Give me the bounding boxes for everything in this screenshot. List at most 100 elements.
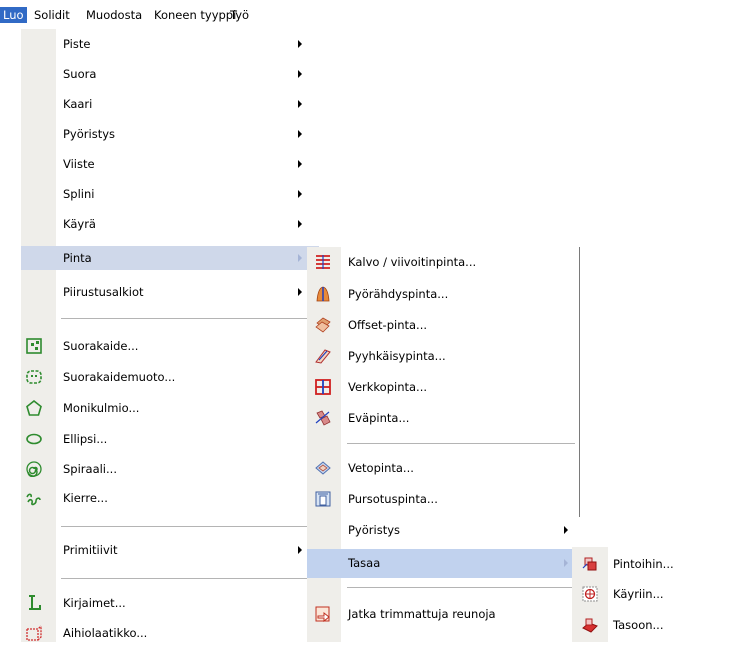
menu-item-suorakaidemuoto[interactable]: Suorakaidemuoto... — [21, 365, 319, 389]
menu-item-pyoristys[interactable]: Pyöristys — [21, 122, 319, 146]
fence-surface-icon — [315, 410, 331, 426]
letter-l-icon — [26, 593, 44, 613]
submenu-arrow-icon — [564, 559, 568, 567]
menu-item-label: Suorakaidemuoto... — [63, 370, 176, 384]
pinta-submenu: Kalvo / viivoitinpinta... Pyörähdyspinta… — [307, 247, 580, 642]
menu-item-ellipsi[interactable]: Ellipsi... — [21, 427, 319, 451]
menu-item-label: Spiraali... — [63, 462, 117, 476]
menu-item-label: Pinta — [63, 251, 92, 265]
menu-item-kayriin[interactable]: Käyriin... — [572, 582, 739, 606]
menu-separator — [347, 587, 573, 588]
menu-item-label: Suora — [63, 67, 97, 81]
menu-item-evapinta[interactable]: Eväpinta... — [307, 406, 579, 430]
menu-item-label: Käyrä — [63, 217, 96, 231]
menu-item-pintoihin[interactable]: Pintoihin... — [572, 552, 739, 576]
ellipse-icon — [26, 431, 42, 447]
ruled-surface-icon — [315, 254, 331, 270]
menu-item-offset-pinta[interactable]: Offset-pinta... — [307, 313, 579, 337]
draft-surface-icon — [315, 460, 331, 476]
menu-item-label: Viiste — [63, 157, 95, 171]
menu-item-suora[interactable]: Suora — [21, 62, 319, 86]
menu-item-piirustusalkiot[interactable]: Piirustusalkiot — [21, 280, 319, 304]
menu-item-kalvo-viivoitinpinta[interactable]: Kalvo / viivoitinpinta... — [307, 250, 579, 274]
menu-item-label: Piirustusalkiot — [63, 285, 144, 299]
menu-item-primitiivit[interactable]: Primitiivit — [21, 538, 319, 562]
submenu-arrow-icon — [298, 254, 302, 262]
menu-item-aihiolaatikko[interactable]: Aihiolaatikko... — [21, 621, 319, 645]
menu-item-pursotuspinta[interactable]: Pursotuspinta... — [307, 487, 579, 511]
menu-item-pinta[interactable]: Pinta — [21, 246, 319, 270]
menu-separator — [61, 526, 315, 527]
menu-item-label: Kalvo / viivoitinpinta... — [348, 255, 477, 269]
menu-item-kirjaimet[interactable]: Kirjaimet... — [21, 591, 319, 615]
menu-separator — [61, 318, 315, 319]
menu-item-label: Primitiivit — [63, 543, 118, 557]
to-surfaces-icon — [582, 556, 598, 572]
menu-item-label: Pursotuspinta... — [348, 492, 438, 506]
menu-solidit[interactable]: Solidit — [34, 7, 70, 23]
menu-item-label: Pyöristys — [63, 127, 115, 141]
menu-item-kaari[interactable]: Kaari — [21, 92, 319, 116]
submenu-border — [579, 247, 580, 517]
menu-muodosta[interactable]: Muodosta — [86, 7, 142, 23]
menu-separator — [347, 443, 575, 444]
spiral-icon — [26, 461, 42, 477]
net-surface-icon — [315, 379, 331, 395]
submenu-arrow-icon — [298, 160, 302, 168]
menu-item-label: Offset-pinta... — [348, 318, 428, 332]
menu-item-spiraali[interactable]: Spiraali... — [21, 457, 319, 481]
revolved-surface-icon — [315, 286, 331, 302]
menu-item-pinta-pyoristys[interactable]: Pyöristys — [307, 518, 579, 542]
menu-item-verkkopinta[interactable]: Verkkopinta... — [307, 375, 579, 399]
menu-item-label: Tasoon... — [613, 618, 664, 632]
submenu-arrow-icon — [298, 70, 302, 78]
extend-edges-icon — [315, 606, 331, 622]
menu-item-viiste[interactable]: Viiste — [21, 152, 319, 176]
menu-item-suorakaide[interactable]: Suorakaide... — [21, 334, 319, 358]
menu-item-tasoon[interactable]: Tasoon... — [572, 613, 739, 637]
menu-item-label: Pyyhkäisypinta... — [348, 349, 446, 363]
luo-dropdown-menu: Piste Suora Kaari Pyöristys Viiste Splin… — [21, 29, 319, 642]
menu-item-tasaa[interactable]: Tasaa — [307, 549, 573, 578]
menu-item-label: Pintoihin... — [613, 557, 674, 571]
submenu-arrow-icon — [298, 288, 302, 296]
to-plane-icon — [582, 617, 598, 633]
menu-item-kayra[interactable]: Käyrä — [21, 212, 319, 236]
menu-luo[interactable]: Luo — [0, 7, 27, 23]
menu-item-label: Vetopinta... — [348, 461, 414, 475]
menu-item-label: Käyriin... — [613, 587, 664, 601]
helix-icon — [26, 490, 42, 506]
menu-item-pyorahdyspinta[interactable]: Pyörähdyspinta... — [307, 282, 579, 306]
menu-item-pyyhkaisypinta[interactable]: Pyyhkäisypinta... — [307, 344, 579, 368]
menu-item-piste[interactable]: Piste — [21, 32, 319, 56]
menu-koneen-tyyppi[interactable]: Koneen tyyppi — [154, 7, 236, 23]
polygon-icon — [26, 400, 42, 416]
menu-bar: Luo Solidit Muodosta Koneen tyyppi Työ — [0, 0, 319, 29]
menu-item-label: Eväpinta... — [348, 411, 410, 425]
menu-item-label: Splini — [63, 187, 95, 201]
menu-item-label: Kierre... — [63, 491, 108, 505]
offset-surface-icon — [315, 317, 331, 333]
tasaa-submenu: Pintoihin... Käyriin... Tasoon... — [572, 547, 739, 642]
swept-surface-icon — [315, 348, 331, 364]
menu-item-label: Ellipsi... — [63, 432, 108, 446]
submenu-arrow-icon — [298, 546, 302, 554]
menu-item-label: Monikulmio... — [63, 401, 140, 415]
to-curves-icon — [582, 586, 598, 602]
menu-item-monikulmio[interactable]: Monikulmio... — [21, 396, 319, 420]
rectangle-points-icon — [26, 338, 42, 354]
menu-item-label: Tasaa — [348, 556, 381, 570]
menu-item-label: Aihiolaatikko... — [63, 626, 148, 640]
menu-item-label: Piste — [63, 37, 91, 51]
menu-item-label: Pyörähdyspinta... — [348, 287, 449, 301]
menu-item-kierre[interactable]: Kierre... — [21, 486, 319, 510]
menu-item-label: Verkkopinta... — [348, 380, 428, 394]
submenu-arrow-icon — [298, 100, 302, 108]
menu-item-label: Kaari — [63, 97, 93, 111]
menu-item-splini[interactable]: Splini — [21, 182, 319, 206]
menu-item-jatka-trimmattuja-reunoja[interactable]: Jatka trimmattuja reunoja — [307, 602, 579, 626]
menu-item-vetopinta[interactable]: Vetopinta... — [307, 456, 579, 480]
menu-item-label: Suorakaide... — [63, 339, 139, 353]
menu-tyo[interactable]: Työ — [230, 7, 249, 23]
rounded-rectangle-icon — [26, 369, 42, 385]
